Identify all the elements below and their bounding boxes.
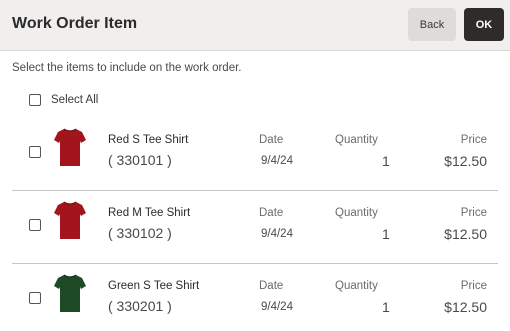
- item-name: Red M Tee Shirt: [108, 207, 191, 219]
- dialog-title: Work Order Item: [12, 15, 138, 32]
- price-label: Price: [460, 280, 487, 292]
- list-item: Red S Tee Shirt ( 330101 ) Date Quantity…: [0, 117, 510, 190]
- item-price: $12.50: [444, 153, 487, 169]
- item-checkbox[interactable]: [29, 146, 41, 158]
- item-checkbox[interactable]: [29, 219, 41, 231]
- item-price: $12.50: [444, 226, 487, 242]
- select-all-checkbox[interactable]: [29, 94, 41, 106]
- red-tee-shirt-icon: [54, 201, 86, 239]
- quantity-label: Quantity: [335, 134, 378, 146]
- item-price: $12.50: [444, 299, 487, 315]
- price-label: Price: [460, 207, 487, 219]
- price-label: Price: [460, 134, 487, 146]
- date-label: Date: [259, 134, 284, 146]
- item-checkbox[interactable]: [29, 292, 41, 304]
- select-all-label: Select All: [51, 94, 99, 106]
- item-name: Green S Tee Shirt: [108, 280, 200, 292]
- item-quantity: 1: [382, 153, 390, 169]
- red-tee-shirt-icon: [54, 128, 86, 166]
- item-code: ( 330101 ): [108, 152, 172, 168]
- item-quantity: 1: [382, 226, 390, 242]
- quantity-label: Quantity: [335, 207, 378, 219]
- list-item: Green S Tee Shirt ( 330201 ) Date Quanti…: [0, 263, 510, 331]
- ok-button[interactable]: OK: [464, 8, 504, 41]
- list-item: Red M Tee Shirt ( 330102 ) Date Quantity…: [0, 190, 510, 263]
- item-quantity: 1: [382, 299, 390, 315]
- item-date: 9/4/24: [261, 155, 293, 167]
- item-date: 9/4/24: [261, 301, 293, 313]
- item-name: Red S Tee Shirt: [108, 134, 189, 146]
- instructions-text: Select the items to include on the work …: [12, 62, 242, 74]
- dialog-header: Work Order Item Back OK: [0, 0, 510, 51]
- green-tee-shirt-icon: [54, 274, 86, 312]
- date-label: Date: [259, 207, 284, 219]
- back-button[interactable]: Back: [408, 8, 456, 41]
- date-label: Date: [259, 280, 284, 292]
- item-date: 9/4/24: [261, 228, 293, 240]
- quantity-label: Quantity: [335, 280, 378, 292]
- item-code: ( 330201 ): [108, 298, 172, 314]
- item-code: ( 330102 ): [108, 225, 172, 241]
